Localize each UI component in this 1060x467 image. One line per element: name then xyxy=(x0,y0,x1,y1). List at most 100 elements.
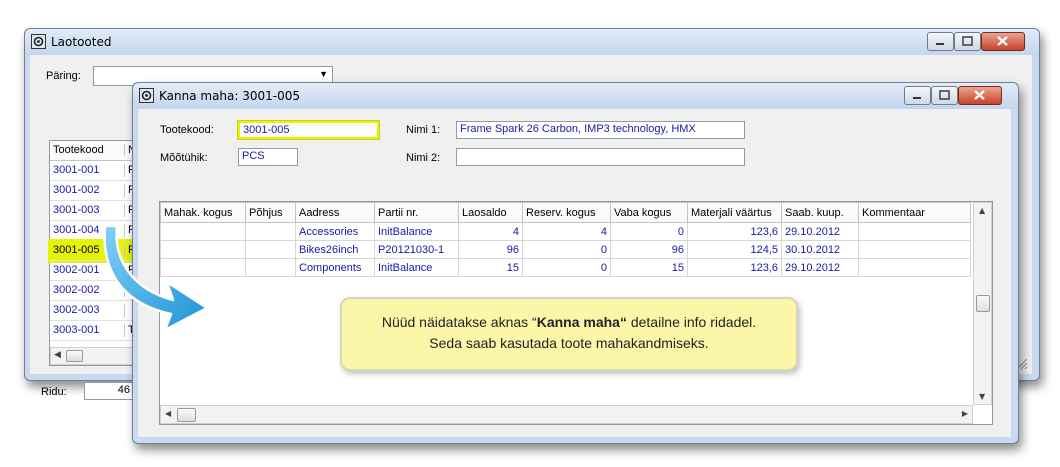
grid-hscrollbar[interactable]: ◀ ▶ xyxy=(160,405,973,424)
cell-kommentaar[interactable] xyxy=(858,240,971,259)
kanna-maha-titlebar[interactable]: Kanna maha: 3001-005 xyxy=(133,83,1018,109)
scroll-left-icon: ◀ xyxy=(165,409,172,418)
product-code: 3001-001 xyxy=(53,164,100,176)
callout-text-prefix: Nüüd näidatakse aknas “ xyxy=(381,314,537,330)
column-header[interactable]: Aadress xyxy=(295,202,375,223)
cell-laosaldo: 15 xyxy=(458,258,523,277)
scroll-down-icon: ▼ xyxy=(979,392,986,401)
close-button[interactable] xyxy=(981,32,1025,51)
app-icon xyxy=(139,88,154,103)
callout-line1: Nüüd näidatakse aknas “Kanna maha“ detai… xyxy=(342,314,796,330)
column-header[interactable]: Kommentaar xyxy=(858,202,971,223)
rows-count: 46 xyxy=(117,384,130,396)
vscroll-thumb[interactable] xyxy=(976,295,990,312)
name1-field[interactable]: Frame Spark 26 Carbon, IMP3 technology, … xyxy=(456,121,745,139)
name1-value: Frame Spark 26 Carbon, IMP3 technology, … xyxy=(460,123,696,135)
scroll-right-icon: ▶ xyxy=(961,409,968,418)
column-header[interactable]: Partii nr. xyxy=(374,202,459,223)
minimize-icon xyxy=(913,97,921,99)
maximize-button[interactable] xyxy=(931,86,958,105)
cell-vaba: 96 xyxy=(610,240,688,259)
table-row[interactable]: Bikes26inch P20121030-1 96 0 96 124,5 30.10.20… xyxy=(160,240,971,259)
name2-field[interactable] xyxy=(456,148,745,166)
cell-aadress: Components xyxy=(295,258,375,277)
table-row[interactable]: Components InitBalance 15 0 15 123,6 29.10.201… xyxy=(160,258,971,277)
cell-laosaldo: 96 xyxy=(458,240,523,259)
close-icon xyxy=(997,36,1008,46)
hscroll-thumb[interactable] xyxy=(177,408,196,422)
scroll-thumb[interactable] xyxy=(66,350,83,362)
product-code: 3001-002 xyxy=(53,184,100,196)
scroll-left-icon: ◀ xyxy=(54,350,61,360)
cell-kommentaar[interactable] xyxy=(858,258,971,277)
cell-pohjus[interactable] xyxy=(245,258,296,277)
product-code: 3001-004 xyxy=(53,224,100,236)
cell-saab: 30.10.2012 xyxy=(781,240,859,259)
cell-pohjus[interactable] xyxy=(245,222,296,241)
window-title: Laotooted xyxy=(51,35,112,49)
cell-reserv: 0 xyxy=(522,240,611,259)
name2-label: Nimi 2: xyxy=(406,152,441,164)
product-code-label: Tootekood: xyxy=(160,124,214,136)
minimize-button[interactable] xyxy=(904,86,931,105)
cell-partii: P20121030-1 xyxy=(374,240,459,259)
laotooted-titlebar[interactable]: Laotooted xyxy=(25,29,1039,55)
callout-line2: Seda saab kasutada toote mahakandmiseks. xyxy=(429,335,709,351)
unit-value: PCS xyxy=(242,150,265,162)
cell-vaartus: 124,5 xyxy=(687,240,782,259)
kanna-maha-content: Tootekood: 3001-005 Mõõtühik: PCS Nimi 1… xyxy=(138,109,1011,437)
column-header[interactable]: Põhjus xyxy=(245,202,296,223)
unit-field[interactable]: PCS xyxy=(238,148,298,166)
kanna-maha-window: Kanna maha: 3001-005 Tootekood: 3001-005… xyxy=(132,82,1019,444)
column-header-code[interactable]: Tootekood xyxy=(53,144,104,156)
product-code: 3002-003 xyxy=(53,304,100,316)
name1-label: Nimi 1: xyxy=(406,124,441,136)
product-code: 3003-001 xyxy=(53,324,100,336)
cell-reserv: 4 xyxy=(522,222,611,241)
column-header[interactable]: Vaba kogus xyxy=(610,202,688,223)
cell-saab: 29.10.2012 xyxy=(781,258,859,277)
cell-saab: 29.10.2012 xyxy=(781,222,859,241)
column-header[interactable]: Reserv. kogus xyxy=(522,202,611,223)
rows-count-field: 46 xyxy=(84,382,134,400)
rows-label: Ridu: xyxy=(41,386,67,398)
chevron-down-icon: ▼ xyxy=(319,69,328,79)
column-header[interactable]: Materjali väärtus xyxy=(687,202,782,223)
product-code: 3001-005 xyxy=(53,244,100,256)
close-button[interactable] xyxy=(958,86,1002,105)
app-icon xyxy=(31,34,46,49)
close-icon xyxy=(974,90,985,100)
cell-partii: InitBalance xyxy=(374,222,459,241)
product-code: 3002-002 xyxy=(53,284,100,296)
product-code-field[interactable]: 3001-005 xyxy=(238,121,379,139)
cell-reserv: 0 xyxy=(522,258,611,277)
cell-laosaldo: 4 xyxy=(458,222,523,241)
minimize-icon xyxy=(936,43,944,45)
writeoff-table: Mahak. kogus Põhjus Aadress Partii nr. Laosa… xyxy=(160,202,971,277)
pointer-arrow-icon xyxy=(103,224,209,332)
maximize-icon xyxy=(939,90,950,100)
callout-text-suffix: detailne info ridadel. xyxy=(626,314,757,330)
query-label: Päring: xyxy=(46,70,81,82)
product-code-value: 3001-005 xyxy=(243,124,290,136)
maximize-icon xyxy=(962,36,973,46)
column-header[interactable]: Laosaldo xyxy=(458,202,523,223)
unit-label: Mõõtühik: xyxy=(160,152,208,164)
cell-vaartus: 123,6 xyxy=(687,258,782,277)
scroll-up-icon: ▲ xyxy=(979,206,986,215)
table-row[interactable]: Accessories InitBalance 4 4 0 123,6 29.10.2012 xyxy=(160,222,971,241)
product-code: 3002-001 xyxy=(53,264,100,276)
info-callout: Nüüd näidatakse aknas “Kanna maha“ detai… xyxy=(340,297,798,371)
maximize-button[interactable] xyxy=(954,32,981,51)
minimize-button[interactable] xyxy=(927,32,954,51)
cell-vaba: 0 xyxy=(610,222,688,241)
cell-vaba: 15 xyxy=(610,258,688,277)
cell-kommentaar[interactable] xyxy=(858,222,971,241)
cell-pohjus[interactable] xyxy=(245,240,296,259)
column-header[interactable]: Saab. kuup. xyxy=(781,202,859,223)
grid-vscrollbar[interactable]: ▲ ▼ xyxy=(973,202,992,405)
cell-aadress: Bikes26inch xyxy=(295,240,375,259)
window-title: Kanna maha: 3001-005 xyxy=(159,89,301,103)
callout-text-bold: Kanna maha“ xyxy=(536,314,627,330)
cell-partii: InitBalance xyxy=(374,258,459,277)
